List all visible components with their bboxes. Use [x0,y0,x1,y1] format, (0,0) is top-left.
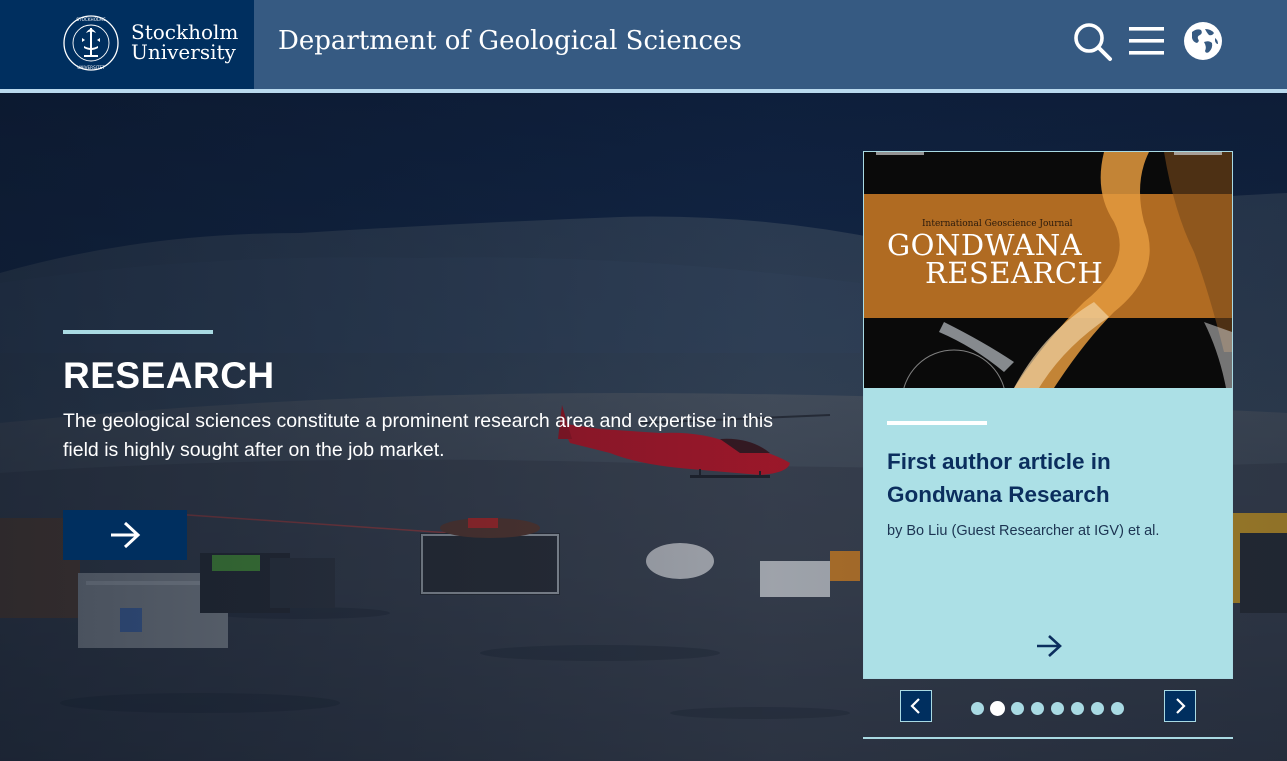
carousel-bottom-rule [863,737,1233,739]
carousel-next-button[interactable] [1164,690,1196,722]
chevron-left-icon [910,698,920,714]
carousel-dot[interactable] [1111,702,1124,715]
news-headline[interactable]: First author article in Gondwana Researc… [887,445,1207,511]
carousel-dot[interactable] [971,702,984,715]
university-logo[interactable]: STOCKHOLMS UNIVERSITET Stockholm Univers… [0,0,254,89]
svg-text:UNIVERSITET: UNIVERSITET [77,65,105,70]
research-heading: RESEARCH [63,355,275,396]
carousel-prev-button[interactable] [900,690,932,722]
globe-icon[interactable] [1182,20,1224,62]
carousel-dot[interactable] [1051,702,1064,715]
research-read-more-button[interactable] [63,510,187,560]
carousel-dot[interactable] [1071,702,1084,715]
university-name: Stockholm University [131,22,238,62]
research-description: The geological sciences constitute a pro… [63,410,773,461]
logo-line-university: University [131,40,236,64]
arrow-right-icon [1037,635,1062,657]
menu-icon[interactable] [1126,20,1168,62]
site-header: STOCKHOLMS UNIVERSITET Stockholm Univers… [0,0,1287,89]
carousel-dot-active[interactable] [991,702,1004,715]
news-card[interactable]: International Geoscience Journal GONDWAN… [863,151,1233,679]
search-icon[interactable] [1071,20,1113,62]
department-title[interactable]: Department of Geological Sciences [278,24,742,58]
carousel-dot[interactable] [1011,702,1024,715]
carousel-dot[interactable] [1091,702,1104,715]
research-accent-line [63,330,213,334]
carousel-dot[interactable] [1031,702,1044,715]
chevron-right-icon [1176,698,1186,714]
logo-line-stockholm: Stockholm [131,20,239,44]
svg-text:STOCKHOLMS: STOCKHOLMS [76,17,106,22]
card-accent-line [887,421,987,425]
arrow-right-icon [111,521,141,549]
journal-cover-title-line2: RESEARCH [925,256,1104,290]
news-byline: by Bo Liu (Guest Researcher at IGV) et a… [887,523,1160,539]
news-read-more-arrow[interactable] [1035,632,1063,660]
university-seal-icon: STOCKHOLMS UNIVERSITET [63,15,119,71]
